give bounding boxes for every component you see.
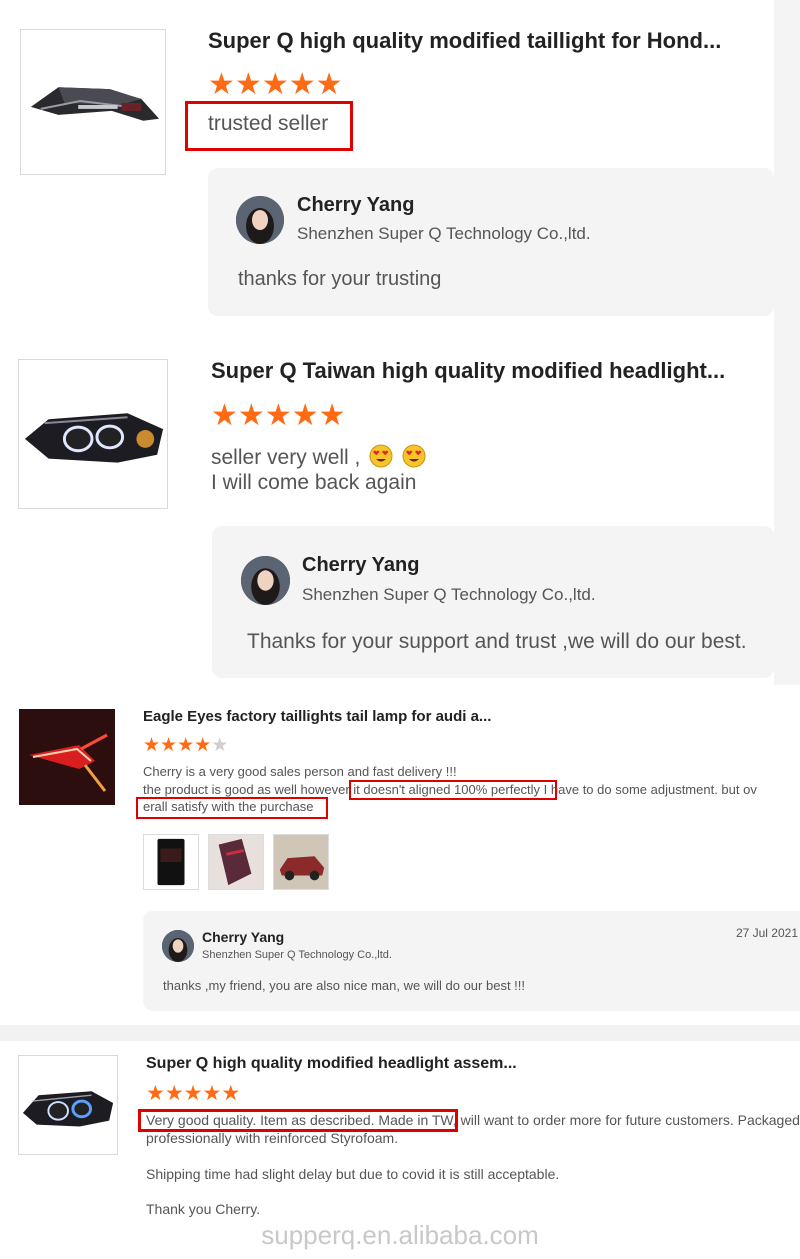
review-comment-text: seller very well , xyxy=(211,446,361,469)
seller-reply: Cherry Yang Shenzhen Super Q Technology … xyxy=(208,168,774,316)
star-filled-icon: ★ xyxy=(234,68,262,101)
review-comment: trusted seller xyxy=(208,112,329,135)
star-rating: ★ ★ ★ ★ ★ xyxy=(146,1083,240,1104)
product-thumbnail-audi-taillight[interactable] xyxy=(19,709,115,805)
product-thumbnail-taillight[interactable] xyxy=(20,29,166,175)
star-filled-icon: ★ xyxy=(160,735,178,756)
star-filled-icon: ★ xyxy=(288,68,316,101)
star-filled-icon: ★ xyxy=(208,68,235,101)
review-photo-taillight[interactable] xyxy=(208,834,264,890)
star-filled-icon: ★ xyxy=(261,68,289,101)
avatar xyxy=(241,556,290,605)
star-filled-icon: ★ xyxy=(146,1082,165,1105)
review-card-3: Eagle Eyes factory taillights tail lamp … xyxy=(0,685,800,1025)
seller-reply: Cherry Yang Shenzhen Super Q Technology … xyxy=(212,526,774,678)
review-comment-text: Shipping time had slight delay but due t… xyxy=(146,1166,560,1182)
review-comment-text: professionally with reinforced Styrofoam… xyxy=(146,1130,399,1146)
taillight-image xyxy=(21,30,165,174)
star-filled-icon: ★ xyxy=(202,1082,222,1105)
product-title[interactable]: Super Q Taiwan high quality modified hea… xyxy=(211,358,741,384)
star-filled-icon: ★ xyxy=(318,399,346,432)
reply-date: 27 Jul 2021 xyxy=(735,926,798,940)
product-thumbnail-headlight[interactable] xyxy=(18,359,168,509)
star-filled-icon: ★ xyxy=(164,1082,184,1105)
reply-author-name: Cherry Yang xyxy=(297,194,415,216)
product-title[interactable]: Eagle Eyes factory taillights tail lamp … xyxy=(143,708,703,725)
seller-reply: Cherry Yang Shenzhen Super Q Technology … xyxy=(143,911,800,1011)
review-comment-text: Thank you Cherry. xyxy=(146,1201,261,1217)
star-filled-icon: ★ xyxy=(143,735,161,756)
reply-text: Thanks for your support and trust ,we wi… xyxy=(247,630,747,653)
review-comment-text: the product is good as well however it d… xyxy=(143,782,757,797)
product-title[interactable]: Super Q high quality modified headlight … xyxy=(146,1055,706,1073)
headlight-assembly-image xyxy=(19,1056,117,1154)
star-rating: ★ ★ ★ ★ ★ xyxy=(143,736,228,755)
review-comment-text: Cherry is a very good sales person and f… xyxy=(143,764,457,779)
reply-company: Shenzhen Super Q Technology Co.,ltd. xyxy=(202,949,392,961)
watermark: supperq.en.alibaba.com xyxy=(261,1220,539,1250)
review-card-1: Super Q high quality modified taillight … xyxy=(0,0,800,330)
reply-company: Shenzhen Super Q Technology Co.,ltd. xyxy=(297,224,591,243)
product-thumbnail-headlight-assembly[interactable] xyxy=(18,1055,118,1155)
star-filled-icon: ★ xyxy=(211,399,238,432)
star-filled-icon: ★ xyxy=(291,399,319,432)
avatar xyxy=(236,196,284,244)
heart-eyes-emoji xyxy=(369,444,393,468)
avatar xyxy=(162,930,194,962)
star-filled-icon: ★ xyxy=(183,1082,203,1105)
review-comment-text: I will come back again xyxy=(211,471,417,494)
reply-company: Shenzhen Super Q Technology Co.,ltd. xyxy=(302,585,596,604)
review-comment-text: Very good quality. Item as described. Ma… xyxy=(146,1112,800,1128)
star-filled-icon: ★ xyxy=(315,68,343,101)
reply-author-name: Cherry Yang xyxy=(302,554,420,576)
reply-text: thanks for your trusting xyxy=(238,268,442,290)
star-filled-icon: ★ xyxy=(264,399,292,432)
star-filled-icon: ★ xyxy=(237,399,265,432)
star-rating: ★ ★ ★ ★ ★ xyxy=(211,401,346,431)
review-comment-line: seller very well , xyxy=(211,444,426,470)
review-comment-text: erall satisfy with the purchase xyxy=(143,799,314,814)
review-card-2: Super Q Taiwan high quality modified hea… xyxy=(0,330,800,685)
headlight-image xyxy=(19,360,167,508)
reply-text: thanks ,my friend, you are also nice man… xyxy=(163,978,526,993)
star-filled-icon: ★ xyxy=(221,1082,241,1105)
heart-eyes-emoji xyxy=(402,444,426,468)
audi-taillight-image xyxy=(19,709,115,805)
review-photo-car[interactable] xyxy=(273,834,329,890)
product-title[interactable]: Super Q high quality modified taillight … xyxy=(208,28,738,54)
star-filled-icon: ★ xyxy=(194,735,212,756)
star-empty-icon: ★ xyxy=(211,735,229,756)
star-rating: ★ ★ ★ ★ ★ xyxy=(208,70,343,100)
star-filled-icon: ★ xyxy=(177,735,195,756)
review-photo-phone[interactable] xyxy=(143,834,199,890)
section-divider xyxy=(0,1025,800,1041)
reply-author-name: Cherry Yang xyxy=(202,929,285,945)
